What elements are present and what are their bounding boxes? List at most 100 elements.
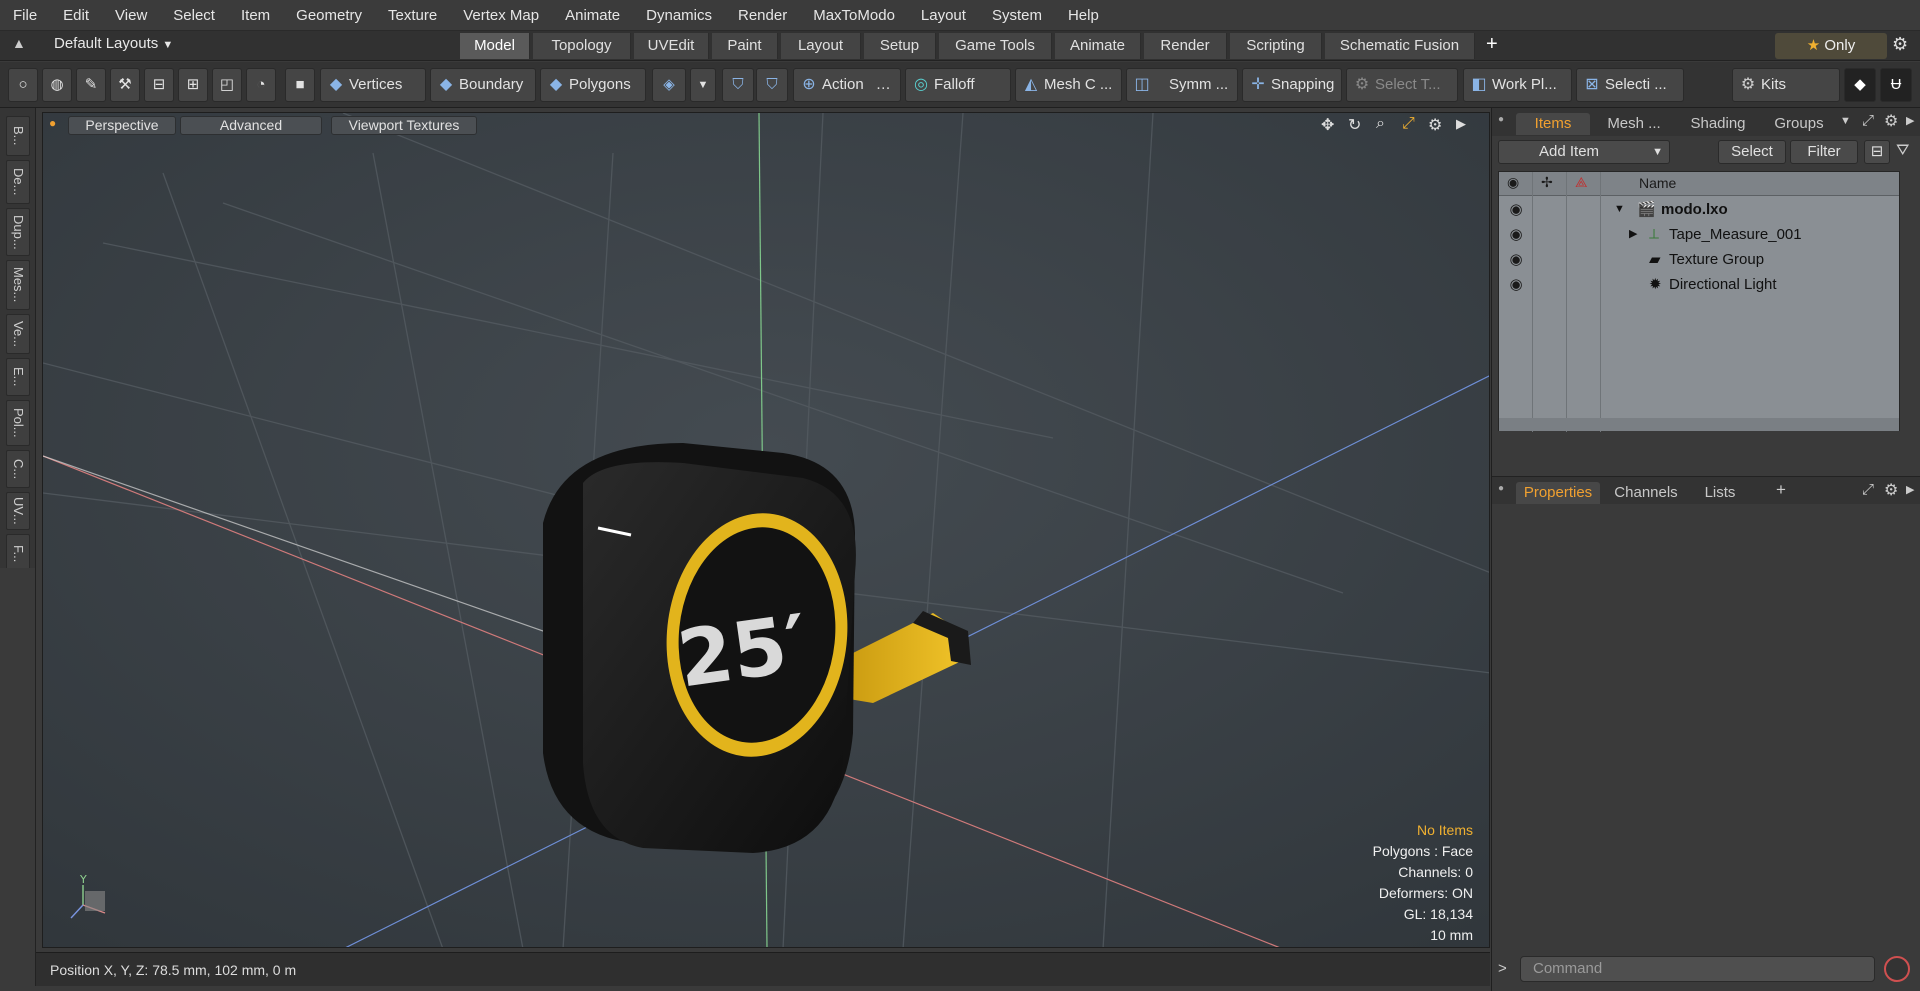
sphere-button[interactable]: ◔ (246, 68, 276, 102)
menu-render[interactable]: Render (725, 0, 800, 31)
maximize-view-icon[interactable]: ⤢ (1402, 115, 1415, 133)
select-circle-button[interactable]: ○ (8, 68, 38, 102)
3d-viewport[interactable]: 25′ Y ● Perspective Advanced Viewport Te… (42, 112, 1490, 948)
shield-a-button[interactable]: ⛉ (722, 68, 754, 102)
viewport-menu-dot-icon[interactable]: ● (49, 116, 56, 130)
tabs-more-icon[interactable]: ▼ (1840, 115, 1851, 127)
pen-button[interactable]: ✎ (76, 68, 106, 102)
select-button[interactable]: Select (1718, 140, 1786, 164)
menu-animate[interactable]: Animate (552, 0, 633, 31)
viewport-mode-button[interactable]: Perspective (68, 116, 176, 135)
tree-row-light[interactable]: ◉ ✹ Directional Light (1499, 272, 1899, 297)
lock-column-icon[interactable]: ✢ (1541, 174, 1553, 191)
unity-button[interactable]: ◆ (1844, 68, 1876, 102)
unreal-button[interactable]: Ʉ (1880, 68, 1912, 102)
mesh-constraint-button[interactable]: ◭ Mesh C ... (1015, 68, 1122, 102)
action-center-button[interactable]: ⊕ Action… (793, 68, 901, 102)
move-view-icon[interactable]: ✥ (1321, 115, 1334, 135)
viewport-textures-button[interactable]: Viewport Textures (331, 116, 477, 135)
default-layouts-dropdown[interactable]: Default Layouts ▼ (54, 35, 173, 52)
item-mode-button[interactable]: ■ (285, 68, 315, 102)
name-column-header[interactable]: Name (1639, 175, 1676, 191)
tab-paint[interactable]: Paint (712, 33, 778, 59)
left-tab-vertex[interactable]: Ve... (6, 314, 30, 354)
add-properties-tab-button[interactable]: + (1776, 480, 1786, 500)
tab-shading[interactable]: Shading (1678, 113, 1758, 135)
eye-icon[interactable]: ◉ (1506, 197, 1526, 222)
panel-gear-icon[interactable]: ⚙ (1884, 480, 1898, 500)
menu-system[interactable]: System (979, 0, 1055, 31)
falloff-button[interactable]: ◎ Falloff (905, 68, 1011, 102)
tab-lists[interactable]: Lists (1692, 482, 1748, 504)
boundary-button[interactable]: ◆ Boundary (430, 68, 536, 102)
items-menu-dot-icon[interactable]: ● (1498, 114, 1504, 125)
menu-help[interactable]: Help (1055, 0, 1112, 31)
globe-button[interactable]: ◍ (42, 68, 72, 102)
tree-row-texture-group[interactable]: ◉ ▰ Texture Group (1499, 247, 1899, 272)
kits-button[interactable]: ⚙ Kits (1732, 68, 1840, 102)
symmetry-button[interactable]: ◫ Symm ... (1126, 68, 1238, 102)
zoom-view-icon[interactable]: ⌕ (1376, 115, 1385, 133)
menu-geometry[interactable]: Geometry (283, 0, 375, 31)
tab-render[interactable]: Render (1144, 33, 1227, 59)
tab-items[interactable]: Items (1516, 113, 1590, 135)
left-tab-edge[interactable]: E... (6, 358, 30, 396)
tab-mesh[interactable]: Mesh ... (1595, 113, 1673, 135)
material-dropdown[interactable]: ▼ (690, 68, 716, 102)
left-tab-deform[interactable]: De... (6, 160, 30, 204)
select-through-button[interactable]: ⚙ Select T... (1346, 68, 1458, 102)
visibility-column-icon[interactable]: ◉ (1507, 174, 1519, 191)
menu-maxtomodo[interactable]: MaxToModo (800, 0, 908, 31)
menu-file[interactable]: File (0, 0, 50, 31)
only-button[interactable]: ★ Only (1775, 33, 1887, 59)
panel-arrow-icon[interactable]: ▶ (1906, 114, 1914, 127)
viewport-gear-icon[interactable]: ⚙ (1428, 115, 1442, 135)
tab-channels[interactable]: Channels (1606, 482, 1686, 504)
gear-icon[interactable]: ⚙ (1892, 34, 1908, 55)
tab-uvedit[interactable]: UVEdit (634, 33, 709, 59)
viewport-shading-button[interactable]: Advanced (180, 116, 322, 135)
menu-view[interactable]: View (102, 0, 160, 31)
rotate-view-icon[interactable]: ↻ (1348, 115, 1361, 135)
eye-icon[interactable]: ◉ (1506, 247, 1526, 272)
viewport-expand-icon[interactable]: ▶ (1456, 116, 1466, 132)
tab-setup[interactable]: Setup (864, 33, 936, 59)
tree-scrollbar[interactable] (1499, 418, 1899, 431)
menu-texture[interactable]: Texture (375, 0, 450, 31)
polygons-button[interactable]: ◆ Polygons (540, 68, 646, 102)
menu-item[interactable]: Item (228, 0, 283, 31)
tab-layout[interactable]: Layout (781, 33, 861, 59)
render-column-icon[interactable]: ⟁ (1575, 174, 1588, 191)
left-tab-mesh-edit[interactable]: Mes... (6, 260, 30, 310)
snapping-button[interactable]: ✛ Snapping (1242, 68, 1342, 102)
selection-sets-button[interactable]: ⊠ Selecti ... (1576, 68, 1684, 102)
tab-topology[interactable]: Topology (533, 33, 631, 59)
tree-row-mesh[interactable]: ◉ ▶ ⟂ Tape_Measure_001 (1499, 222, 1899, 247)
left-tab-uv[interactable]: UV... (6, 492, 30, 530)
menu-layout[interactable]: Layout (908, 0, 979, 31)
funnel-icon[interactable]: ⛛ (1896, 142, 1909, 160)
frame-button[interactable]: ◰ (212, 68, 242, 102)
eye-icon[interactable]: ◉ (1506, 222, 1526, 247)
vertices-button[interactable]: ◆ Vertices (320, 68, 426, 102)
tab-game-tools[interactable]: Game Tools (939, 33, 1052, 59)
tab-groups[interactable]: Groups (1763, 113, 1835, 135)
add-tab-button[interactable]: + (1486, 33, 1498, 56)
command-input[interactable]: Command (1520, 956, 1875, 982)
eye-icon[interactable]: ◉ (1506, 272, 1526, 297)
work-plane-button[interactable]: ◧ Work Pl... (1463, 68, 1572, 102)
panel-gear-icon[interactable]: ⚙ (1884, 111, 1898, 131)
material-button[interactable]: ◈ (652, 68, 686, 102)
panel-arrow-icon[interactable]: ▶ (1906, 483, 1914, 496)
path-button[interactable]: ⊟ (144, 68, 174, 102)
menu-edit[interactable]: Edit (50, 0, 102, 31)
panel-expand-icon[interactable]: ⤢ (1862, 481, 1874, 498)
tab-properties[interactable]: Properties (1516, 482, 1600, 504)
expand-arrow-icon[interactable]: ▼ (1614, 197, 1625, 222)
shield-b-button[interactable]: ⛉ (756, 68, 788, 102)
add-item-button[interactable]: Add Item ▼ (1498, 140, 1670, 164)
collapse-up-icon[interactable]: ▲ (12, 35, 26, 51)
menu-dynamics[interactable]: Dynamics (633, 0, 725, 31)
left-tab-polygon[interactable]: Pol... (6, 400, 30, 446)
menu-select[interactable]: Select (160, 0, 228, 31)
